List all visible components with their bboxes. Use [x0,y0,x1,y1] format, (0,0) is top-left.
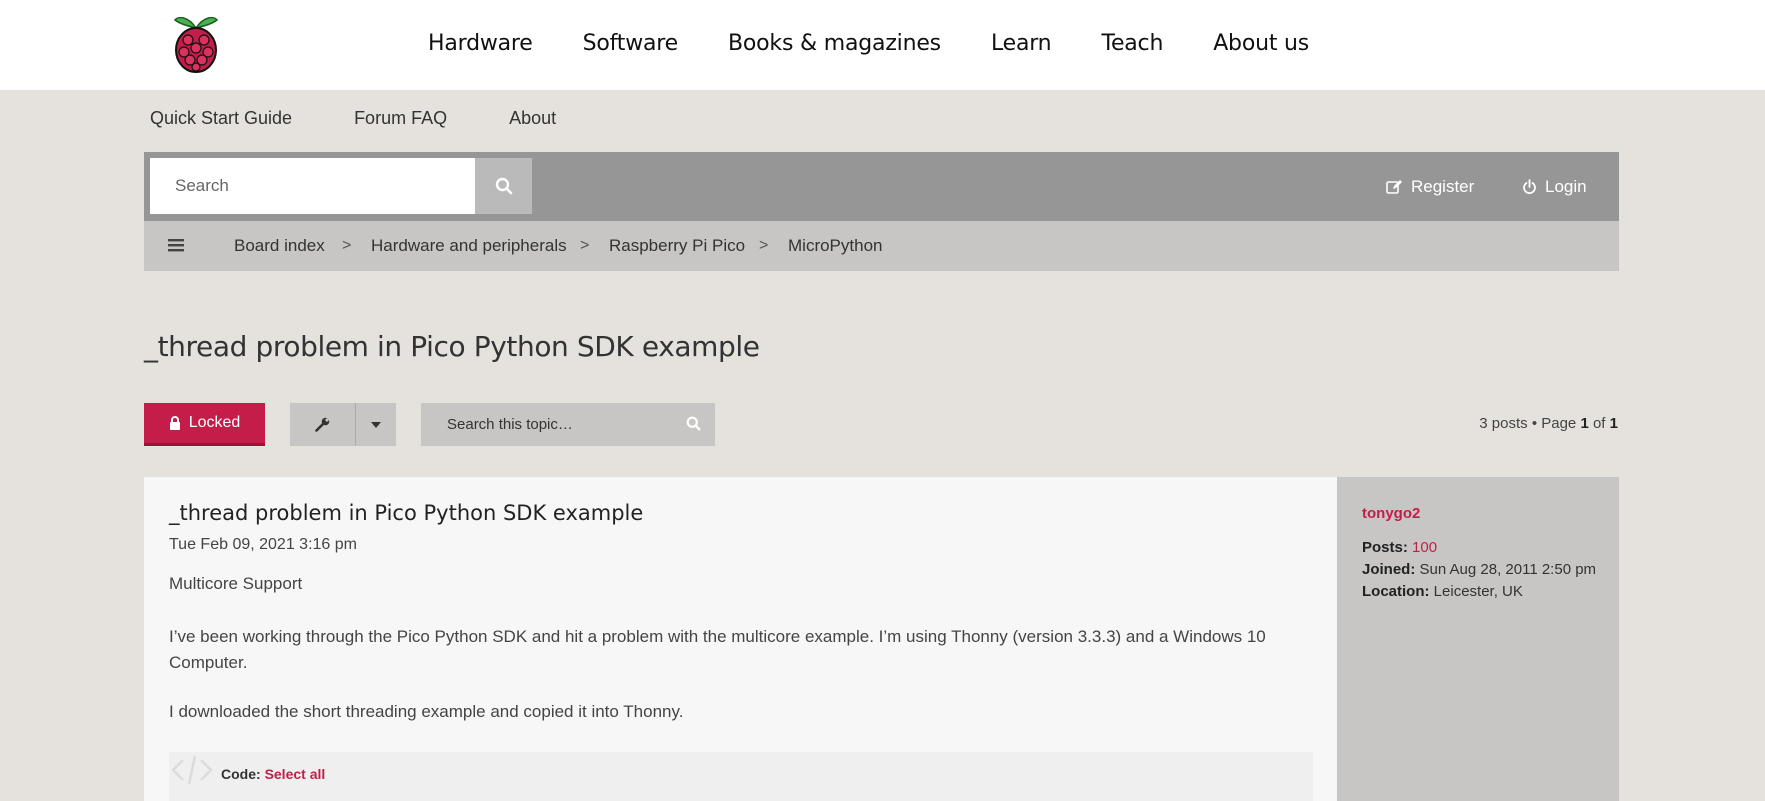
breadcrumb-raspberry-pi-pico[interactable]: Raspberry Pi Pico [609,221,745,271]
select-all-link[interactable]: Select all [265,766,326,782]
location-value: Leicester, UK [1433,583,1523,600]
breadcrumb-separator: > [342,237,352,254]
page-title[interactable]: _thread problem in Pico Python SDK examp… [144,330,760,363]
post-date: Tue Feb 09, 2021 3:16 pm [169,536,357,553]
login-link[interactable]: Login [1522,152,1587,221]
post-count: 3 posts • Page [1479,415,1581,432]
breadcrumb-micropython[interactable]: MicroPython [788,221,882,271]
breadcrumb: Board index > Hardware and peripherals >… [144,221,1619,271]
menu-icon[interactable] [168,238,184,252]
author-posts: Posts: 100 [1362,539,1437,556]
code-header: Code: Select all [221,766,325,782]
nav-learn[interactable]: Learn [991,31,1052,56]
breadcrumb-board-index[interactable]: Board index [234,221,325,271]
nav-teach[interactable]: Teach [1101,31,1163,56]
raspberry-pi-logo[interactable] [170,12,222,74]
author-username[interactable]: tonygo2 [1362,505,1420,522]
link-quick-start-guide[interactable]: Quick Start Guide [150,108,292,129]
post-author-profile: tonygo2 Posts: 100 Joined: Sun Aug 28, 2… [1337,477,1619,801]
main-nav: Hardware Software Books & magazines Lear… [428,0,1359,86]
author-location: Location: Leicester, UK [1362,583,1523,600]
code-label: Code: [221,766,265,782]
author-joined: Joined: Sun Aug 28, 2011 2:50 pm [1362,561,1596,578]
nav-books-magazines[interactable]: Books & magazines [728,31,941,56]
code-block: Code: Select all [169,752,1313,801]
post-paragraph: I downloaded the short threading example… [169,702,684,721]
search-button[interactable] [475,158,532,214]
total-pages: 1 [1609,415,1618,432]
topic-search-input[interactable]: Search this topic… [421,403,715,446]
forum-links: Quick Start Guide Forum FAQ About [150,108,618,129]
post-paragraph: Multicore Support [169,574,303,593]
locked-label: Locked [188,414,241,431]
link-forum-faq[interactable]: Forum FAQ [354,108,447,129]
search-icon [495,177,512,195]
breadcrumb-separator: > [759,237,769,254]
code-icon [171,755,213,785]
login-label: Login [1545,176,1587,196]
posts-label: Posts: [1362,539,1408,556]
post-title[interactable]: _thread problem in Pico Python SDK examp… [169,501,643,525]
chevron-down-icon [371,421,382,428]
link-about[interactable]: About [509,108,556,129]
wrench-icon [315,417,330,432]
search-input[interactable]: Search [150,158,475,214]
register-label: Register [1411,176,1475,196]
topic-tools-caret[interactable] [356,403,396,446]
lock-icon [169,416,180,430]
site-header: Hardware Software Books & magazines Lear… [0,0,1765,90]
joined-label: Joined: [1362,561,1416,578]
posts-count-link[interactable]: 100 [1412,539,1437,556]
search-icon[interactable] [686,416,701,431]
post: _thread problem in Pico Python SDK examp… [144,477,1337,801]
power-icon [1523,178,1536,194]
locked-button[interactable]: Locked [144,403,265,446]
current-page: 1 [1580,415,1589,432]
nav-about-us[interactable]: About us [1213,31,1309,56]
nav-hardware[interactable]: Hardware [428,31,533,56]
breadcrumb-hardware-and-peripherals[interactable]: Hardware and peripherals [371,221,567,271]
topic-tools-button[interactable] [290,403,357,446]
breadcrumb-separator: > [580,237,590,254]
pagination-info: 3 posts • Page 1 of 1 [1479,415,1618,432]
joined-date: Sun Aug 28, 2011 2:50 pm [1419,561,1597,578]
location-label: Location: [1362,583,1430,600]
register-link[interactable]: Register [1386,152,1474,221]
post-paragraph: I’ve been working through the Pico Pytho… [169,627,1266,672]
forum-search-bar: Search Register Login [144,152,1619,221]
topic-tools-dropdown[interactable] [290,403,396,446]
page-of: of [1588,415,1610,432]
topic-search-placeholder: Search this topic… [447,416,573,433]
edit-icon [1386,179,1402,194]
nav-software[interactable]: Software [583,31,679,56]
